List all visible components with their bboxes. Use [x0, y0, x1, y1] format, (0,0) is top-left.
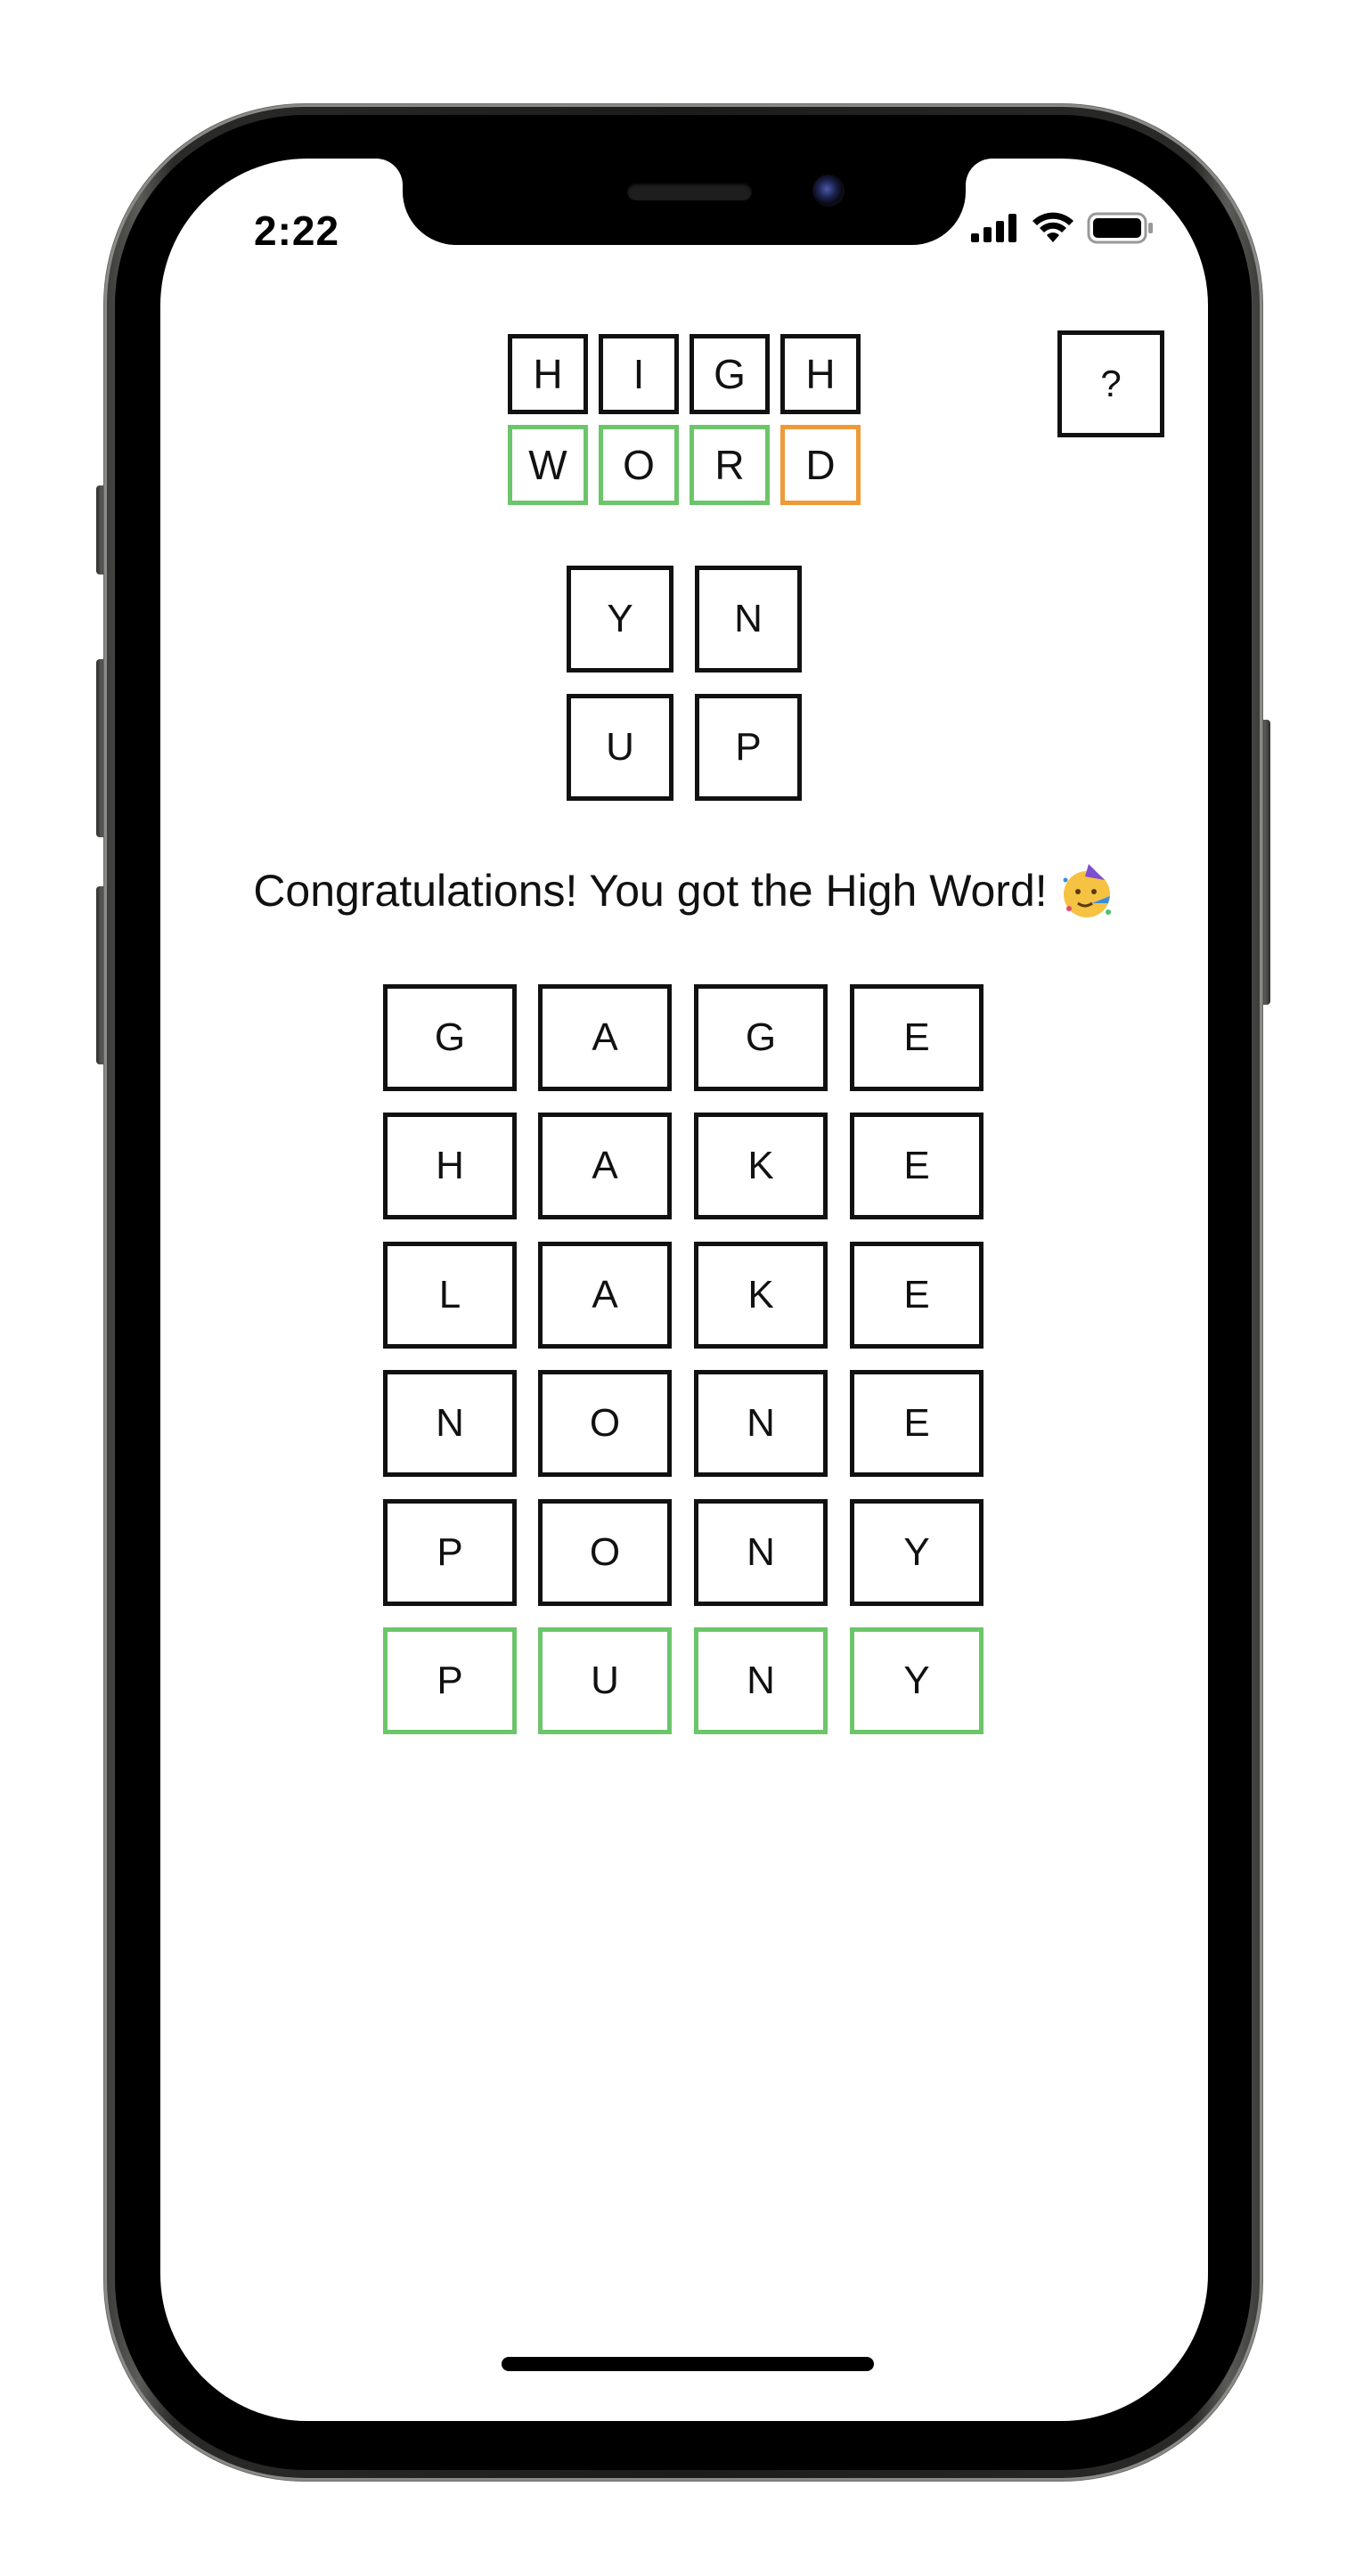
- guess-tile: O: [538, 1370, 672, 1477]
- home-indicator[interactable]: [502, 2357, 874, 2371]
- battery-icon: [1087, 212, 1153, 244]
- guess-tile: E: [850, 1113, 983, 1219]
- guess-tile: G: [383, 984, 517, 1091]
- app-screen: 2:22 H I G H W O R D ? Y N U P Congratul…: [160, 159, 1208, 2421]
- speaker-grille: [627, 183, 752, 200]
- guess-tile: N: [694, 1499, 828, 1606]
- key-tile[interactable]: P: [695, 694, 802, 801]
- help-button[interactable]: ?: [1057, 330, 1164, 437]
- message-text: Congratulations! You got the High Word!: [253, 866, 1048, 916]
- guess-tile: A: [538, 984, 672, 1091]
- guess-tile: O: [538, 1499, 672, 1606]
- guess-tile: N: [694, 1370, 828, 1477]
- cellular-signal-icon: [971, 214, 1016, 242]
- guess-tile: A: [538, 1242, 672, 1349]
- guess-tile: N: [383, 1370, 517, 1477]
- key-tile[interactable]: U: [567, 694, 673, 801]
- logo-tile: R: [690, 425, 770, 505]
- guess-tile: P: [383, 1499, 517, 1606]
- party-face-icon: [1063, 864, 1111, 917]
- guess-tile: A: [538, 1113, 672, 1219]
- status-icons: [971, 210, 1155, 246]
- logo-tile: H: [508, 334, 588, 414]
- device-canvas: 2:22 H I G H W O R D ? Y N U P Congratul…: [0, 0, 1363, 2576]
- logo-tile: W: [508, 425, 588, 505]
- congratulations-message: Congratulations! You got the High Word!: [160, 862, 1208, 919]
- guess-tile-correct: N: [694, 1627, 828, 1734]
- status-time: 2:22: [254, 208, 340, 254]
- guess-tile: K: [694, 1242, 828, 1349]
- guess-tile-correct: Y: [850, 1627, 983, 1734]
- notch: [403, 159, 966, 245]
- guess-tile: E: [850, 1242, 983, 1349]
- guess-tile: K: [694, 1113, 828, 1219]
- guess-tile: H: [383, 1113, 517, 1219]
- guess-tile: E: [850, 984, 983, 1091]
- guess-tile: E: [850, 1370, 983, 1477]
- wifi-icon: [1032, 212, 1073, 242]
- guess-tile: G: [694, 984, 828, 1091]
- logo-tile: I: [599, 334, 679, 414]
- logo-tile: D: [780, 425, 861, 505]
- logo-tile: G: [690, 334, 770, 414]
- key-tile[interactable]: N: [695, 566, 802, 673]
- logo-tile: H: [780, 334, 861, 414]
- logo-tile: O: [599, 425, 679, 505]
- guess-tile: L: [383, 1242, 517, 1349]
- guess-tile-correct: P: [383, 1627, 517, 1734]
- guess-tile-correct: U: [538, 1627, 672, 1734]
- key-tile[interactable]: Y: [567, 566, 673, 673]
- front-camera-icon: [812, 175, 845, 207]
- guess-tile: Y: [850, 1499, 983, 1606]
